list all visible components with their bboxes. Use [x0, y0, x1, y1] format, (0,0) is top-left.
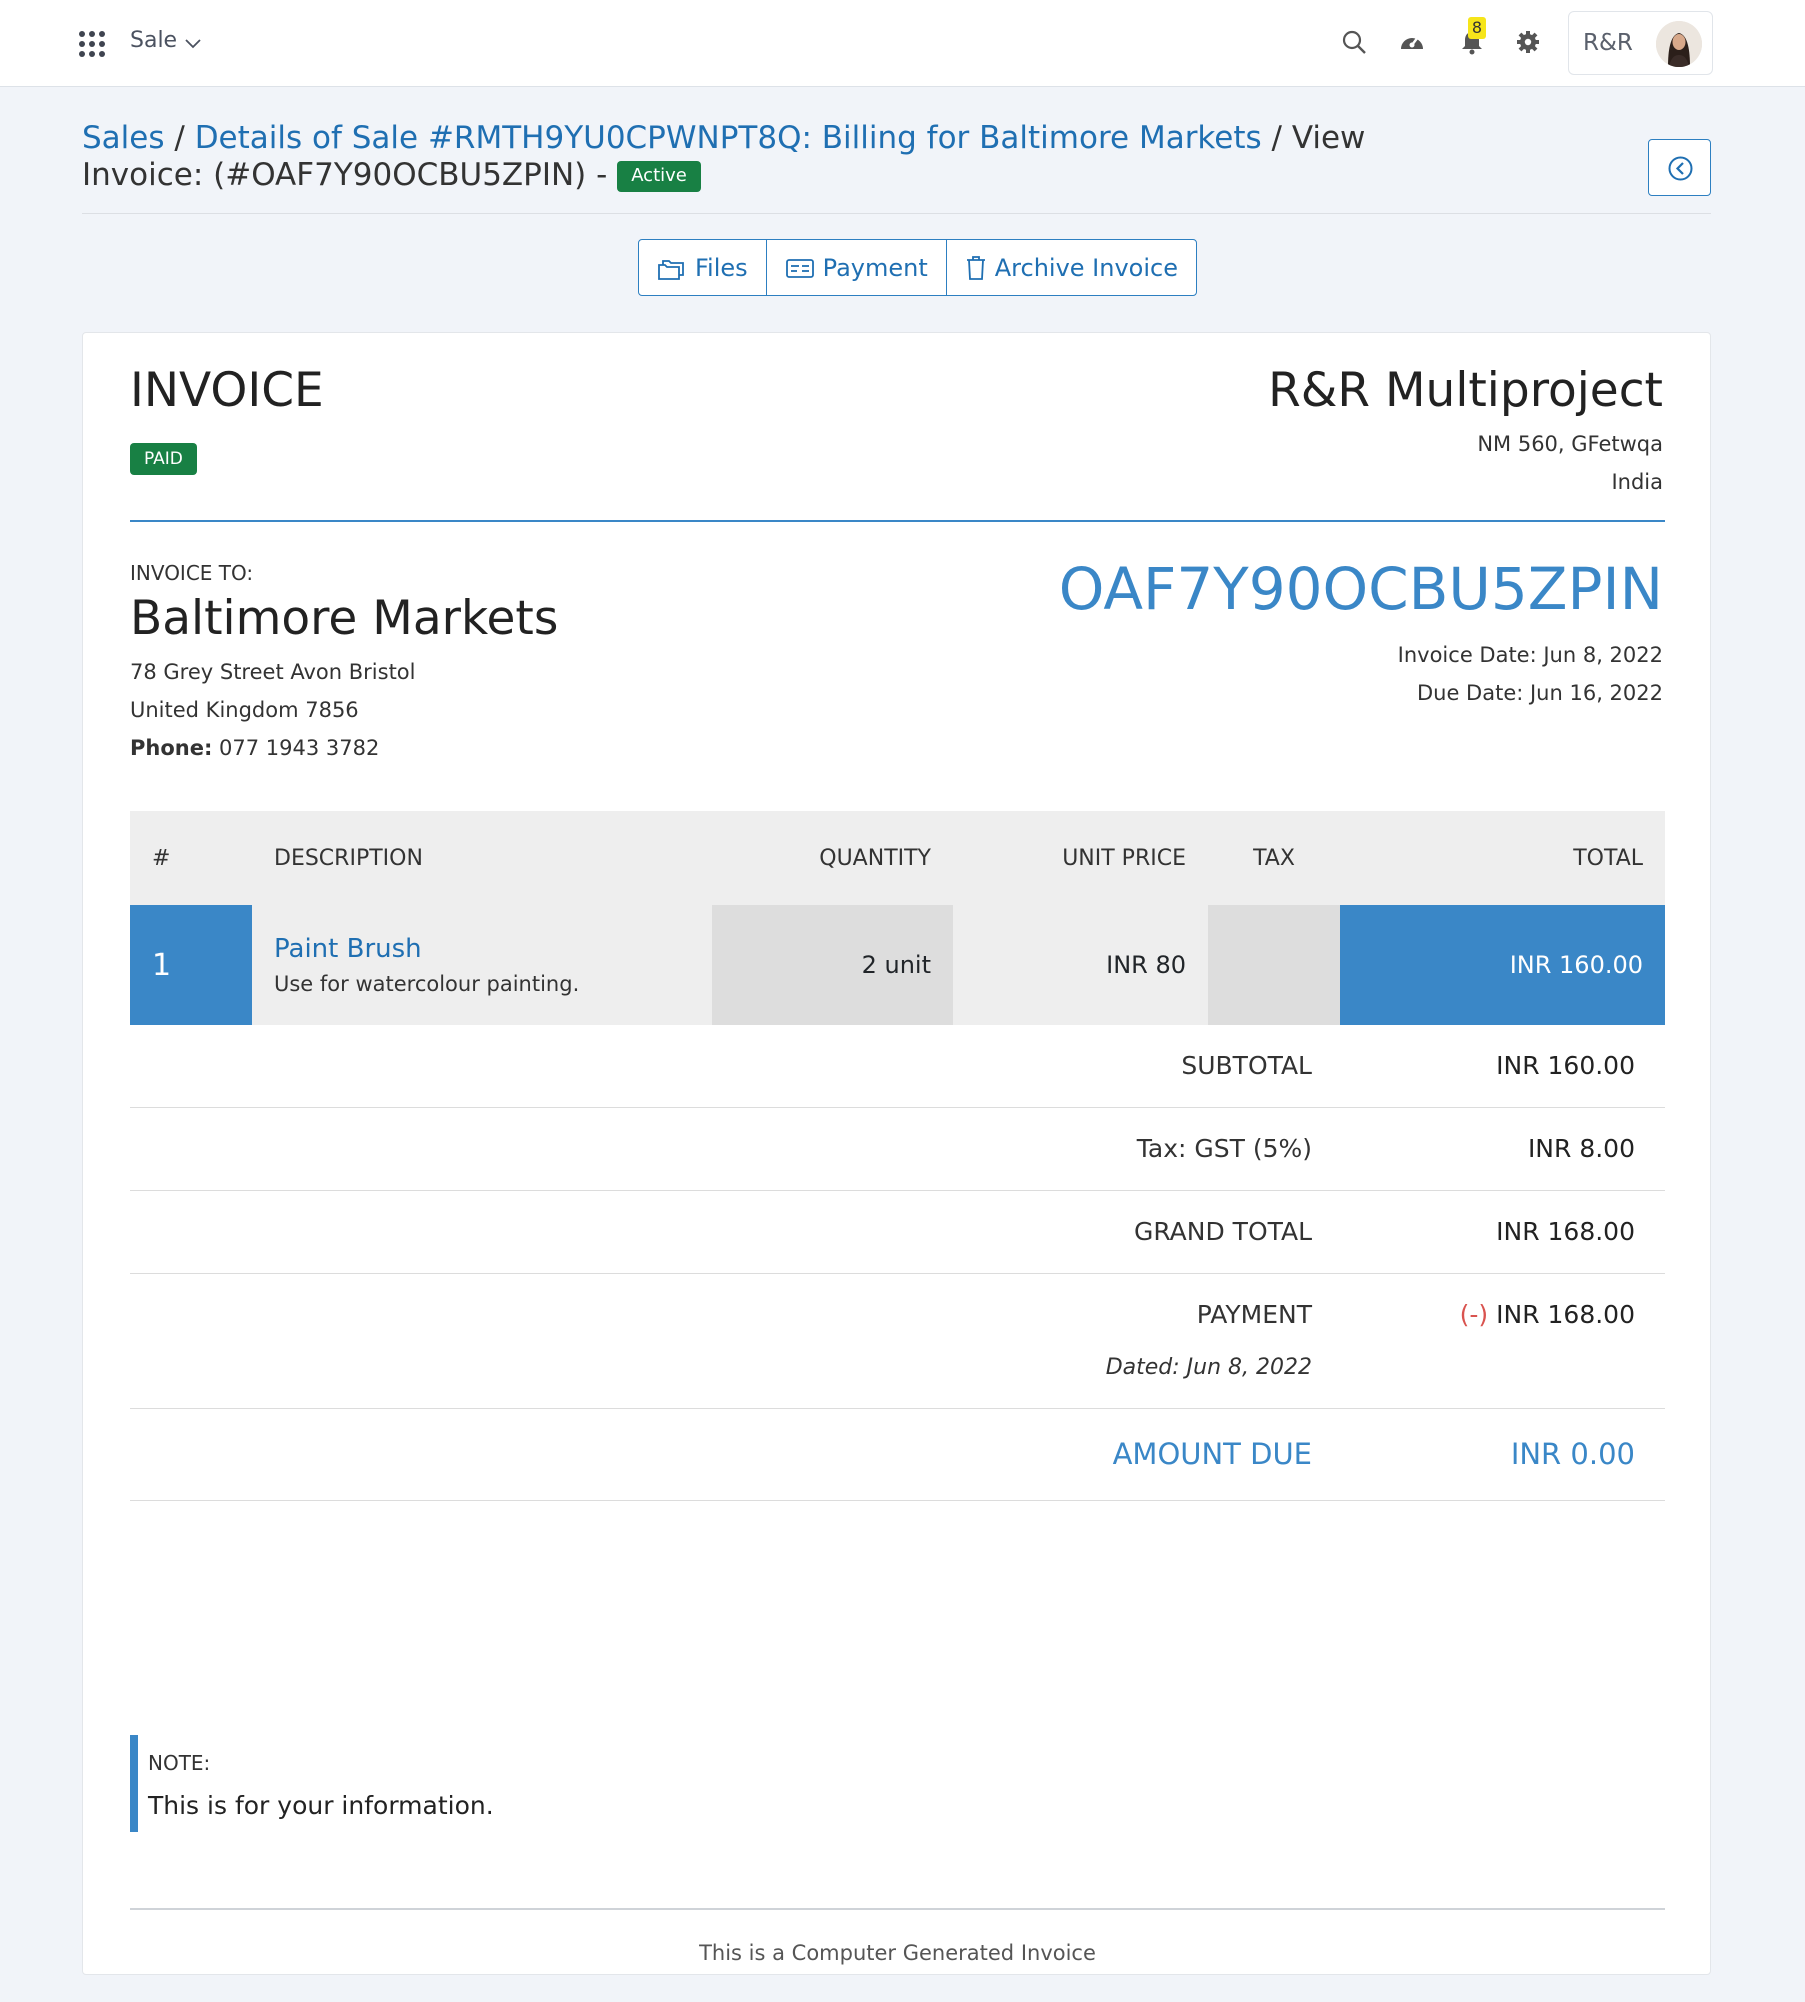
top-navbar: Sale 8 R&R	[0, 0, 1805, 87]
row-unit-price: INR 80	[953, 905, 1208, 1025]
breadcrumb-separator: /	[1271, 120, 1292, 156]
totals-section: SUBTOTAL INR 160.00 Tax: GST (5%) INR 8.…	[130, 1025, 1665, 1501]
gear-icon[interactable]	[1514, 28, 1542, 56]
amount-due-row: AMOUNT DUE INR 0.00	[130, 1409, 1665, 1501]
company-info: R&R Multiproject NM 560, GFetwqa India	[1268, 363, 1663, 494]
user-menu[interactable]: R&R	[1568, 11, 1713, 75]
breadcrumb-sales-link[interactable]: Sales	[82, 120, 165, 156]
invoice-action-group: Files Payment Archive Invoice	[638, 239, 1197, 296]
phone-value: 077 1943 3782	[219, 736, 380, 760]
client-phone: Phone: 077 1943 3782	[130, 736, 558, 760]
payment-amount: INR 168.00	[1496, 1300, 1635, 1329]
col-header-quantity: QUANTITY	[712, 811, 953, 905]
tax-label: Tax: GST (5%)	[1136, 1134, 1312, 1163]
tax-row: Tax: GST (5%) INR 8.00	[130, 1108, 1665, 1191]
breadcrumb-sale-details-link[interactable]: Details of Sale #RMTH9YU0CPWNPT8Q: Billi…	[195, 120, 1262, 156]
row-tax	[1208, 905, 1340, 1025]
search-icon[interactable]	[1340, 28, 1368, 56]
grand-total-row: GRAND TOTAL INR 168.00	[130, 1191, 1665, 1274]
payment-button-label: Payment	[822, 253, 928, 282]
footer-text: This is a Computer Generated Invoice	[699, 1941, 1096, 1965]
item-description: Use for watercolour painting.	[274, 972, 580, 996]
bill-to-label: INVOICE TO:	[130, 561, 254, 585]
user-initials: R&R	[1583, 30, 1633, 56]
chevron-down-icon[interactable]	[184, 34, 202, 52]
col-header-tax: TAX	[1208, 811, 1340, 905]
trash-icon	[966, 255, 985, 280]
col-header-total: TOTAL	[1340, 811, 1665, 905]
avatar	[1656, 21, 1702, 67]
invoice-heading: INVOICE	[130, 363, 324, 418]
subtotal-label: SUBTOTAL	[1181, 1051, 1312, 1080]
breadcrumb-separator: /	[174, 120, 195, 156]
row-number: 1	[130, 905, 252, 1025]
payment-dated: Dated: Jun 8, 2022	[1105, 1355, 1312, 1380]
user-avatar-icon	[1656, 21, 1702, 67]
table-row: 1 Paint Brush Use for watercolour painti…	[130, 905, 1665, 1025]
subtotal-row: SUBTOTAL INR 160.00	[130, 1025, 1665, 1108]
amount-due-value: INR 0.00	[1510, 1437, 1635, 1471]
apps-grid-icon[interactable]	[79, 31, 105, 57]
header-rule	[130, 520, 1665, 522]
row-total: INR 160.00	[1340, 905, 1665, 1025]
folders-icon	[658, 259, 684, 280]
note-text: This is for your information.	[148, 1791, 494, 1820]
col-header-num: #	[130, 811, 252, 905]
chevron-left-circle-icon	[1668, 156, 1693, 181]
grand-total-label: GRAND TOTAL	[1133, 1217, 1312, 1246]
payment-card-icon	[785, 258, 814, 278]
breadcrumb: Sales / Details of Sale #RMTH9YU0CPWNPT8…	[82, 120, 1382, 194]
row-description: Paint Brush Use for watercolour painting…	[252, 905, 712, 1025]
col-header-unit-price: UNIT PRICE	[953, 811, 1208, 905]
notification-count-badge: 8	[1468, 17, 1486, 39]
row-quantity: 2 unit	[712, 905, 953, 1025]
company-address-line1: NM 560, GFetwqa	[1477, 432, 1663, 456]
status-badge: Active	[617, 161, 701, 192]
payment-row: PAYMENT (-) INR 168.00 Dated: Jun 8, 202…	[130, 1274, 1665, 1409]
due-date: Due Date: Jun 16, 2022	[1416, 681, 1663, 705]
client-address-line2: United Kingdom 7856	[130, 698, 359, 722]
company-name: R&R Multiproject	[1268, 363, 1663, 418]
client-address-line1: 78 Grey Street Avon Bristol	[130, 660, 416, 684]
back-button[interactable]	[1648, 139, 1711, 196]
header-divider	[82, 213, 1711, 214]
invoice-date: Invoice Date: Jun 8, 2022	[1397, 643, 1663, 667]
company-address-line2: India	[1611, 470, 1663, 494]
table-header-row: # DESCRIPTION QUANTITY UNIT PRICE TAX TO…	[130, 811, 1665, 905]
line-items-table: # DESCRIPTION QUANTITY UNIT PRICE TAX TO…	[130, 811, 1665, 1025]
phone-label: Phone:	[130, 736, 213, 760]
invoice-card: INVOICE PAID R&R Multiproject NM 560, GF…	[82, 332, 1711, 1975]
item-name-link[interactable]: Paint Brush	[274, 934, 690, 964]
footer-rule	[130, 1908, 1665, 1910]
files-button[interactable]: Files	[639, 240, 767, 295]
payment-label: PAYMENT	[1196, 1300, 1312, 1329]
invoice-number: OAF7Y90OCBU5ZPIN	[1058, 555, 1663, 623]
grand-total-value: INR 168.00	[1496, 1217, 1635, 1246]
amount-due-label: AMOUNT DUE	[1112, 1437, 1312, 1471]
module-switcher[interactable]: Sale	[130, 28, 177, 53]
invoice-note: NOTE: This is for your information.	[130, 1735, 494, 1832]
note-label: NOTE:	[148, 1751, 211, 1775]
archive-invoice-button-label: Archive Invoice	[994, 253, 1178, 282]
payment-sign: (-)	[1459, 1300, 1489, 1329]
subtotal-value: INR 160.00	[1496, 1051, 1635, 1080]
tax-value: INR 8.00	[1527, 1134, 1635, 1163]
invoice-meta: OAF7Y90OCBU5ZPIN Invoice Date: Jun 8, 20…	[1059, 555, 1663, 705]
paid-badge: PAID	[130, 443, 197, 475]
payment-button[interactable]: Payment	[767, 240, 947, 295]
col-header-description: DESCRIPTION	[252, 811, 712, 905]
client-name: Baltimore Markets	[130, 591, 559, 646]
files-button-label: Files	[695, 253, 748, 282]
dashboard-gauge-icon[interactable]	[1398, 28, 1426, 56]
bill-to: INVOICE TO: Baltimore Markets 78 Grey St…	[130, 561, 558, 760]
archive-invoice-button[interactable]: Archive Invoice	[947, 240, 1196, 295]
payment-value: (-) INR 168.00	[1460, 1300, 1635, 1329]
